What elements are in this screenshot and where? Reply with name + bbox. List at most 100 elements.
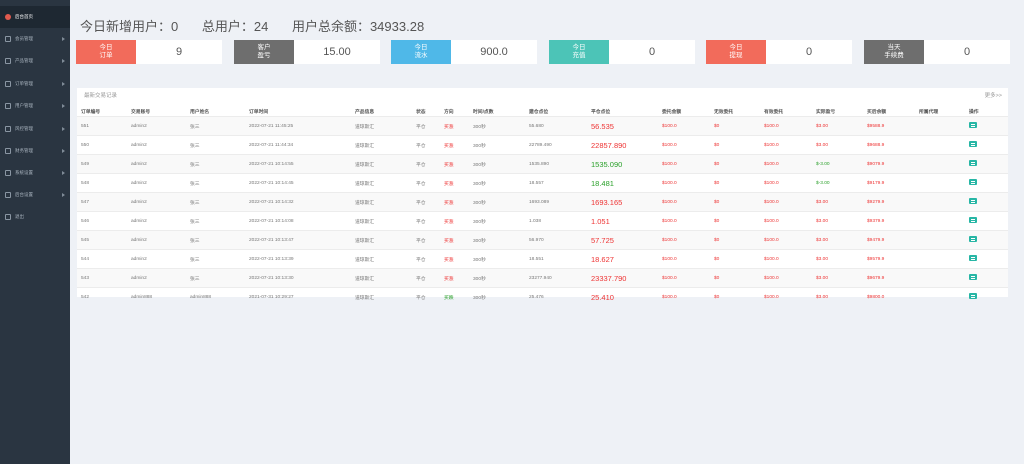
cell-product: 道琼斯汇	[351, 287, 412, 306]
users-icon	[5, 36, 11, 42]
column-header: 实际盈亏	[816, 109, 836, 115]
cell-direction: 买涨	[440, 268, 469, 288]
cell-user-name: 张三	[186, 154, 245, 174]
cell-agent	[915, 154, 965, 174]
sidebar-item-label: 后台设置	[15, 192, 33, 197]
cell-order-amount: $100.0	[658, 211, 710, 231]
cell-actions	[965, 116, 1008, 136]
cell-duration: 300秒	[469, 135, 525, 155]
cell-order-id: 550	[77, 135, 127, 155]
sidebar-item-label: 产品管理	[15, 58, 33, 63]
cell-product: 道琼斯汇	[351, 173, 412, 193]
sidebar-item-system[interactable]: 系统设置	[0, 162, 70, 184]
cell-order-amount: $100.0	[658, 249, 710, 269]
cell-status: 平仓	[412, 211, 440, 231]
sidebar-item-orders[interactable]: 订单管理	[0, 73, 70, 95]
cell-agent	[915, 230, 965, 250]
cell-product: 道琼斯汇	[351, 154, 412, 174]
cell-duration: 300秒	[469, 268, 525, 288]
cell-duration: 300秒	[469, 211, 525, 231]
view-details-button[interactable]	[969, 141, 977, 147]
column-header: 订单编号	[81, 109, 101, 115]
box-icon	[5, 58, 11, 64]
sidebar-item-logout[interactable]: 退出	[0, 206, 70, 228]
view-details-button[interactable]	[969, 122, 977, 128]
cell-order-time: 2022-07-21 11:45:25	[245, 116, 351, 136]
cell-valid-amount: $100.0	[760, 287, 812, 306]
chevron-right-icon	[62, 149, 65, 153]
table-row: 545 admin2 张三 2022-07-21 10:13:47 道琼斯汇 平仓 买涨 30…	[77, 230, 1008, 250]
cell-order-time: 2022-07-21 10:14:45	[245, 173, 351, 193]
view-details-button[interactable]	[969, 274, 977, 280]
chevron-right-icon	[62, 37, 65, 41]
table-row: 549 admin2 张三 2022-07-21 10:14:55 道琼斯汇 平仓 买涨 30…	[77, 154, 1008, 174]
cell-close-price: 18.627	[587, 249, 658, 269]
cell-user-name: 张三	[186, 230, 245, 250]
cell-duration: 300秒	[469, 154, 525, 174]
cell-order-time: 2022-07-21 11:44:34	[245, 135, 351, 155]
cell-status: 平仓	[412, 287, 440, 306]
cell-order-id: 551	[77, 116, 127, 136]
view-details-button[interactable]	[969, 236, 977, 242]
cell-balance-after: $9688.9	[863, 135, 915, 155]
cell-actions	[965, 287, 1008, 306]
stat-card-value: 0	[963, 46, 971, 58]
column-header: 无效委托	[714, 109, 734, 115]
cell-user-name: 张三	[186, 268, 245, 288]
cell-user-name: 张三	[186, 249, 245, 269]
cell-order-id: 543	[77, 268, 127, 288]
cell-order-amount: $100.0	[658, 135, 710, 155]
cell-open-price: 55.680	[525, 116, 587, 136]
cell-invalid-amount: $0	[710, 116, 760, 136]
cell-order-amount: $100.0	[658, 268, 710, 288]
sidebar-item-members[interactable]: 会员管理	[0, 28, 70, 50]
trades-table: 订单编号 交易账号 用户姓名 订单时间 产品信息 状态 方向 时间/点数 建仓点位 平仓点位 委托金…	[77, 106, 1008, 306]
cell-account: admin2	[127, 268, 186, 288]
cell-actions	[965, 211, 1008, 231]
cell-actual-pnl: $3.00	[812, 211, 863, 231]
cell-duration: 300秒	[469, 249, 525, 269]
chevron-right-icon	[62, 104, 65, 108]
more-link[interactable]: 更多>>	[985, 91, 1002, 99]
cell-direction: 买涨	[440, 230, 469, 250]
cell-actual-pnl: $3.00	[812, 230, 863, 250]
view-details-button[interactable]	[969, 198, 977, 204]
view-details-button[interactable]	[969, 255, 977, 261]
sidebar-item-label: 系统设置	[15, 170, 33, 175]
cell-balance-after: $9079.9	[863, 154, 915, 174]
cell-invalid-amount: $0	[710, 211, 760, 231]
sidebar-item-finance[interactable]: 财务管理	[0, 140, 70, 162]
sidebar-item-users[interactable]: 用户管理	[0, 95, 70, 117]
sidebar-item-home[interactable]: 后台首页	[0, 6, 70, 28]
view-details-button[interactable]	[969, 293, 977, 299]
table-row: 544 admin2 张三 2022-07-21 10:13:39 道琼斯汇 平仓 买涨 30…	[77, 249, 1008, 269]
stat-card-label: 当天 手续费	[864, 40, 924, 64]
sidebar-item-label: 用户管理	[15, 103, 33, 108]
cell-order-time: 2022-07-21 10:14:32	[245, 192, 351, 212]
cell-account: admin2	[127, 173, 186, 193]
view-details-button[interactable]	[969, 217, 977, 223]
cell-valid-amount: $100.0	[760, 173, 812, 193]
chevron-right-icon	[62, 59, 65, 63]
view-details-button[interactable]	[969, 179, 977, 185]
sidebar-item-risk[interactable]: 风控管理	[0, 118, 70, 140]
column-header: 所属代理	[919, 109, 939, 115]
cell-product: 道琼斯汇	[351, 268, 412, 288]
view-details-button[interactable]	[969, 160, 977, 166]
cell-invalid-amount: $0	[710, 173, 760, 193]
sidebar-item-products[interactable]: 产品管理	[0, 50, 70, 72]
cell-balance-after: $9588.9	[863, 116, 915, 136]
table-row: 548 admin2 张三 2022-07-21 10:14:45 道琼斯汇 平仓 买涨 30…	[77, 173, 1008, 193]
stat-card-label-line1: 今日	[572, 44, 586, 51]
stat-card-label: 今日 充值	[549, 40, 609, 64]
cell-actual-pnl: $3.00	[812, 192, 863, 212]
cell-order-time: 2022-07-21 10:13:47	[245, 230, 351, 250]
sidebar-item-label: 会员管理	[15, 36, 33, 41]
summary-stats: 今日新增用户：0 总用户：24 用户总余额：34933.28	[80, 16, 444, 35]
stat-card-label-line2: 充值	[572, 52, 586, 59]
cell-order-amount: $100.0	[658, 154, 710, 174]
cell-order-time: 2022-07-21 10:13:30	[245, 268, 351, 288]
column-header: 建仓点位	[529, 109, 549, 115]
cell-actions	[965, 154, 1008, 174]
sidebar-item-admin[interactable]: 后台设置	[0, 184, 70, 206]
